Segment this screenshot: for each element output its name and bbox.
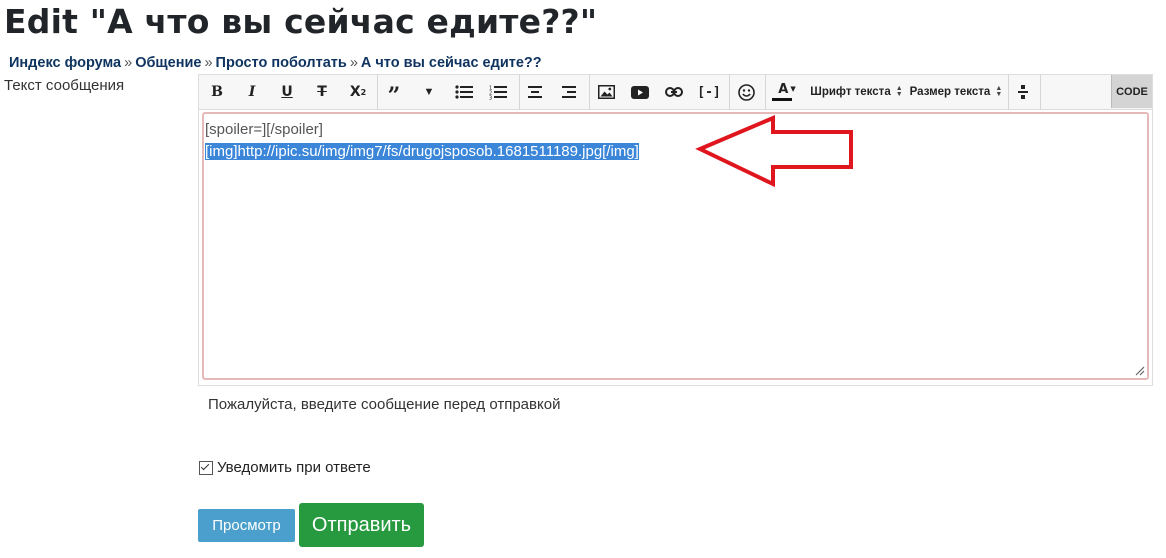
code-view-button[interactable]: CODE bbox=[1111, 75, 1152, 108]
notify-option[interactable]: Уведомить при ответе bbox=[199, 459, 371, 476]
superscript-icon[interactable]: X2 bbox=[345, 75, 371, 109]
font-select[interactable]: Шрифт текста ▲ ▼ bbox=[809, 75, 905, 109]
updown-icon: ▲ ▼ bbox=[995, 85, 1003, 98]
youtube-icon[interactable] bbox=[627, 75, 653, 109]
strikethrough-icon[interactable]: T bbox=[310, 75, 334, 109]
breadcrumb-separator: » bbox=[204, 55, 213, 71]
breadcrumb-link-general[interactable]: Общение bbox=[135, 55, 201, 71]
text-line: [spoiler=][/spoiler] bbox=[205, 121, 323, 138]
italic-icon[interactable]: I bbox=[240, 75, 264, 109]
message-textarea[interactable]: [spoiler=][/spoiler] [img]http://ipic.su… bbox=[202, 112, 1149, 380]
align-center-icon[interactable] bbox=[523, 75, 547, 109]
submit-button[interactable]: Отправить bbox=[299, 503, 424, 547]
breadcrumb-link-forum-index[interactable]: Индекс форума bbox=[9, 55, 121, 71]
font-size-select[interactable]: Размер текста ▲ ▼ bbox=[909, 75, 1004, 109]
bold-icon[interactable]: B bbox=[205, 75, 229, 109]
page-title: Edit "А что вы сейчас едите??" bbox=[4, 2, 598, 41]
quote-icon[interactable]: ” bbox=[381, 75, 407, 109]
updown-icon: ▲ ▼ bbox=[895, 85, 903, 98]
resize-grip-icon[interactable] bbox=[1135, 366, 1145, 376]
editor-toolbar: B I U T X2 ” ▼ 123 [-] A ▼ Шрифт текста … bbox=[199, 75, 1152, 110]
breadcrumb-separator: » bbox=[124, 55, 133, 71]
message-field-label: Текст сообщения bbox=[4, 77, 125, 94]
bullet-list-icon[interactable] bbox=[451, 75, 477, 109]
notify-label: Уведомить при ответе bbox=[217, 459, 371, 476]
selected-text: [img]http://ipic.su/img/img7/fs/drugojsp… bbox=[205, 143, 639, 160]
link-icon[interactable] bbox=[661, 75, 687, 109]
annotation-arrow-icon bbox=[695, 114, 853, 188]
horizontal-rule-icon[interactable] bbox=[1013, 75, 1033, 109]
breadcrumb-link-topic[interactable]: А что вы сейчас едите?? bbox=[361, 55, 542, 71]
breadcrumb-link-chat[interactable]: Просто поболтать bbox=[216, 55, 347, 71]
breadcrumb-separator: » bbox=[349, 55, 358, 71]
font-color-icon[interactable]: A ▼ bbox=[771, 75, 803, 109]
image-icon[interactable] bbox=[593, 75, 619, 109]
underline-icon[interactable]: U bbox=[275, 75, 299, 109]
font-select-label: Шрифт текста bbox=[810, 86, 891, 98]
notify-checkbox[interactable] bbox=[199, 460, 213, 475]
validation-message: Пожалуйста, введите сообщение перед отпр… bbox=[208, 396, 561, 413]
message-editor: B I U T X2 ” ▼ 123 [-] A ▼ Шрифт текста … bbox=[198, 74, 1153, 386]
svg-text:3: 3 bbox=[489, 95, 492, 100]
align-right-icon[interactable] bbox=[557, 75, 581, 109]
breadcrumb: Индекс форума» Общение» Просто поболтать» А… bbox=[9, 55, 542, 71]
numbered-list-icon[interactable]: 123 bbox=[485, 75, 511, 109]
dropdown-icon[interactable]: ▼ bbox=[417, 75, 441, 109]
font-size-select-label: Размер текста bbox=[909, 86, 991, 98]
spoiler-icon[interactable]: [-] bbox=[696, 75, 722, 109]
preview-button[interactable]: Просмотр bbox=[198, 509, 295, 542]
emoji-icon[interactable] bbox=[734, 75, 758, 109]
